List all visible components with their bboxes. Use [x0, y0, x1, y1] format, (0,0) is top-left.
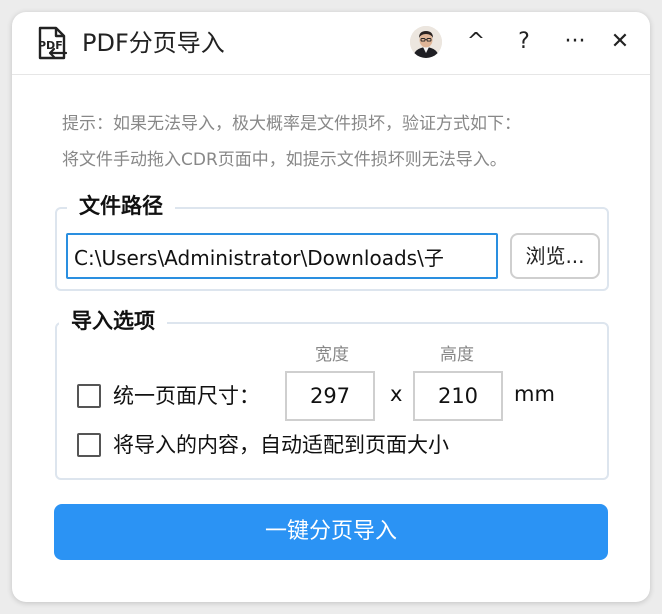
- page-width-input[interactable]: [285, 371, 375, 421]
- browse-button[interactable]: 浏览...: [510, 233, 600, 279]
- import-options-legend: 导入选项: [59, 308, 167, 334]
- unify-page-size-label: 统一页面尺寸：: [113, 384, 260, 408]
- one-click-import-button[interactable]: 一键分页导入: [54, 504, 608, 560]
- hint-line-2: 将文件手动拖入CDR页面中，如提示文件损坏则无法导入。: [62, 150, 507, 170]
- help-button[interactable]: ?: [506, 25, 542, 59]
- pdf-import-dialog: PDF PDF分页导入 ^ ? ··· ✕ 提示：如果无法导入，极大概率是文件损…: [12, 12, 650, 602]
- import-options-group: 导入选项 宽度 高度 统一页面尺寸： x mm 将导入的内容，自动适配到页面大小: [55, 308, 609, 480]
- user-avatar[interactable]: [410, 26, 442, 58]
- dimension-separator: x: [390, 382, 403, 406]
- close-button[interactable]: ✕: [602, 25, 638, 59]
- file-path-group: 文件路径 浏览...: [55, 193, 609, 291]
- unit-label: mm: [514, 382, 555, 406]
- page-height-input[interactable]: [413, 371, 503, 421]
- title-bar: PDF PDF分页导入 ^ ? ··· ✕: [12, 12, 650, 75]
- auto-fit-label: 将导入的内容，自动适配到页面大小: [113, 433, 449, 457]
- unify-page-size-checkbox[interactable]: [77, 384, 101, 408]
- svg-text:PDF: PDF: [38, 39, 63, 52]
- collapse-button[interactable]: ^: [458, 25, 494, 59]
- width-label: 宽度: [315, 345, 349, 365]
- file-path-legend: 文件路径: [67, 193, 175, 219]
- hint-line-1: 提示：如果无法导入，极大概率是文件损坏，验证方式如下：: [62, 114, 521, 134]
- height-label: 高度: [440, 345, 474, 365]
- pdf-import-icon: PDF: [34, 25, 70, 61]
- window-title: PDF分页导入: [82, 29, 225, 57]
- more-options-button[interactable]: ···: [557, 25, 593, 59]
- auto-fit-checkbox[interactable]: [77, 433, 101, 457]
- import-hint: 提示：如果无法导入，极大概率是文件损坏，验证方式如下： 将文件手动拖入CDR页面…: [62, 106, 622, 178]
- file-path-input[interactable]: [66, 233, 498, 279]
